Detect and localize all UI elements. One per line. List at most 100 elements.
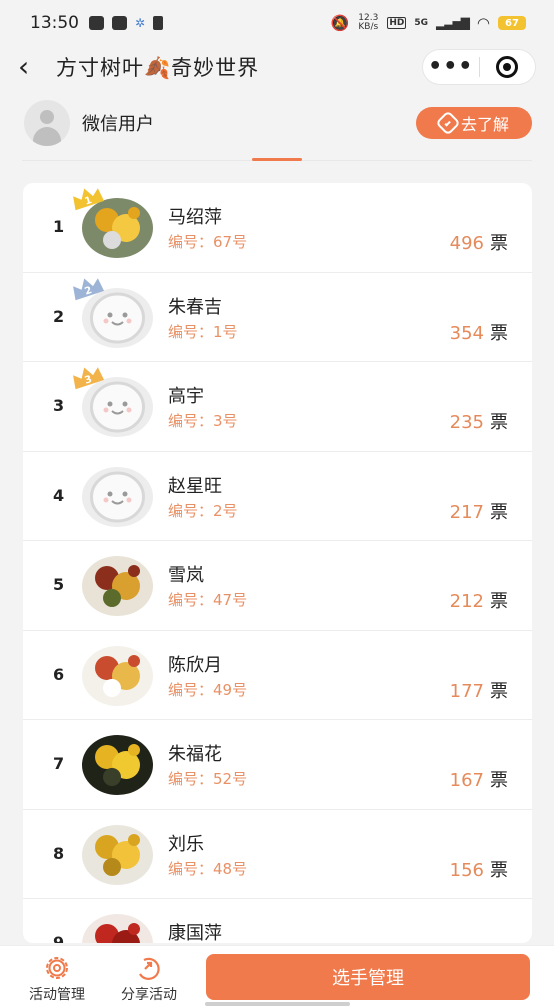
vote-number: 167 — [449, 770, 484, 791]
target-icon — [496, 56, 519, 78]
share-activity-tab[interactable]: 分享活动 — [106, 954, 192, 1004]
rank-number: 2 — [53, 306, 65, 326]
ranking-row[interactable]: 7 朱福花 编号：52号 167 票 — [23, 720, 532, 810]
vote-count: 167 票 — [450, 766, 508, 792]
wifi-icon: ◠ — [476, 14, 490, 32]
ranking-list: 1 1 马绍萍 编号：67号 496 票 2 2 朱春吉 编号：1号 354 票 3 3 高宇 编号：3号 23… — [23, 183, 532, 943]
rank-number: 3 — [53, 396, 65, 415]
ranking-row[interactable]: 2 2 朱春吉 编号：1号 354 票 — [23, 273, 532, 362]
rank-number: 7 — [53, 754, 65, 773]
contestant-avatar[interactable] — [82, 466, 153, 527]
vote-count: 177 票 — [450, 677, 508, 703]
contestant-name: 马绍萍 — [168, 207, 222, 228]
vote-unit: 票 — [490, 233, 508, 254]
contestant-code: 编号：48号 — [168, 859, 248, 878]
back-arrow-icon[interactable]: ‹ — [18, 53, 48, 81]
vote-number: 177 — [449, 680, 484, 702]
contestant-manage-label: 选手管理 — [332, 968, 404, 989]
vote-unit: 票 — [490, 591, 508, 612]
avatar-image — [82, 466, 153, 527]
vote-number: 217 — [449, 501, 484, 523]
vote-number: 156 — [449, 859, 484, 881]
vote-count: 354 票 — [450, 319, 508, 345]
rank-number: 1 — [53, 217, 65, 236]
more-menu-icon[interactable]: ••• — [423, 56, 479, 78]
contestant-avatar[interactable]: 3 — [73, 367, 153, 437]
status-system-icons: 🔕 12.3 KB/s HD 5G ▂▃▅▇ ◠ 67 — [331, 14, 526, 32]
message-icon — [89, 16, 104, 30]
avatar-image — [82, 198, 153, 258]
rank-number: 8 — [53, 843, 65, 863]
vote-unit: 票 — [490, 680, 508, 702]
contestant-avatar[interactable] — [82, 914, 153, 943]
tiktok-icon — [112, 16, 127, 30]
vote-unit: 票 — [490, 859, 508, 881]
contestant-avatar[interactable]: 2 — [73, 277, 153, 348]
contestant-manage-button[interactable]: 选手管理 — [206, 954, 530, 1000]
vote-count: 212 票 — [450, 587, 508, 613]
vote-unit: 票 — [490, 501, 508, 523]
vote-unit: 票 — [490, 412, 508, 433]
contestant-name: 雪岚 — [168, 565, 204, 586]
share-icon — [139, 957, 160, 980]
user-avatar — [24, 100, 70, 146]
close-miniprogram-button[interactable] — [480, 56, 536, 78]
home-indicator[interactable] — [205, 1002, 350, 1006]
vote-count: 496 票 — [450, 229, 508, 255]
contestant-name: 高宇 — [168, 386, 204, 407]
hd-icon: HD — [387, 17, 407, 29]
signal-bars-icon: ▂▃▅▇ — [435, 16, 470, 30]
tab-indicator — [252, 158, 302, 161]
contestant-avatar[interactable] — [82, 735, 153, 795]
user-name: 微信用户 — [82, 114, 154, 135]
contestant-avatar[interactable]: 1 — [73, 188, 153, 258]
avatar-image — [82, 735, 153, 795]
contestant-avatar[interactable] — [82, 645, 153, 706]
contestant-code: 编号：3号 — [168, 412, 238, 430]
contestant-code: 编号：47号 — [168, 591, 248, 609]
contestant-code: 编号：2号 — [168, 501, 238, 520]
ranking-row[interactable]: 4 赵星旺编号：2号 217 票 — [23, 452, 532, 541]
ranking-row[interactable]: 6 陈欣月 编号：49号 177 票 — [23, 631, 532, 720]
contestant-name: 陈欣月 — [168, 654, 222, 676]
sim-icon — [153, 16, 164, 30]
rank-number: 5 — [53, 575, 65, 594]
ranking-row[interactable]: 3 3 高宇编号：3号 235 票 — [23, 362, 532, 452]
contestant-avatar[interactable] — [82, 824, 153, 885]
avatar-image — [82, 377, 153, 437]
battery-icon: 67 — [498, 16, 526, 30]
status-notification-icons: ✲ — [89, 16, 164, 30]
activity-manage-tab[interactable]: 活动管理 — [14, 954, 100, 1004]
vote-count: 235 票 — [450, 408, 508, 434]
vote-count: 217 票 — [450, 498, 508, 524]
contestant-name: 康国萍 — [168, 923, 222, 943]
rank-number: 4 — [53, 485, 65, 505]
contestant-code: 编号：52号 — [168, 770, 248, 788]
miniprogram-capsule: ••• — [422, 49, 536, 85]
rank-number: 6 — [53, 664, 65, 684]
status-bar: 13:50 ✲ 🔕 12.3 KB/s HD 5G ▂▃▅▇ ◠ 67 — [0, 0, 554, 46]
user-bar: 微信用户 去了解 — [0, 92, 554, 154]
ranking-row[interactable]: 1 1 马绍萍 编号：67号 496 票 — [23, 183, 532, 273]
mute-icon: 🔕 — [330, 14, 350, 32]
ranking-row[interactable]: 8 刘乐编号：48号 156 票 — [23, 810, 532, 899]
contestant-name: 刘乐 — [168, 833, 204, 855]
contestant-code: 编号：1号 — [168, 322, 238, 341]
avatar-image — [82, 914, 153, 943]
vote-number: 496 — [449, 233, 484, 254]
share-activity-label: 分享活动 — [121, 987, 177, 1003]
contestant-name: 赵星旺 — [168, 475, 222, 497]
avatar-image — [82, 824, 153, 885]
vote-number: 235 — [449, 412, 484, 433]
ranking-row[interactable]: 5 雪岚编号：47号 212 票 — [23, 541, 532, 631]
vote-count: 156 票 — [450, 856, 508, 882]
title-bar: ‹ 方寸树叶🍂奇妙世界 ••• — [0, 46, 554, 88]
learn-more-button[interactable]: 去了解 — [416, 107, 532, 139]
gear-icon — [46, 957, 68, 979]
ranking-row[interactable]: 9 康国萍 — [23, 899, 532, 943]
vote-number: 354 — [449, 322, 484, 344]
bottom-bar: 活动管理 分享活动 选手管理 — [0, 945, 554, 1008]
contestant-avatar[interactable] — [82, 556, 153, 616]
learn-more-label: 去了解 — [460, 115, 509, 134]
avatar-image — [82, 645, 153, 706]
